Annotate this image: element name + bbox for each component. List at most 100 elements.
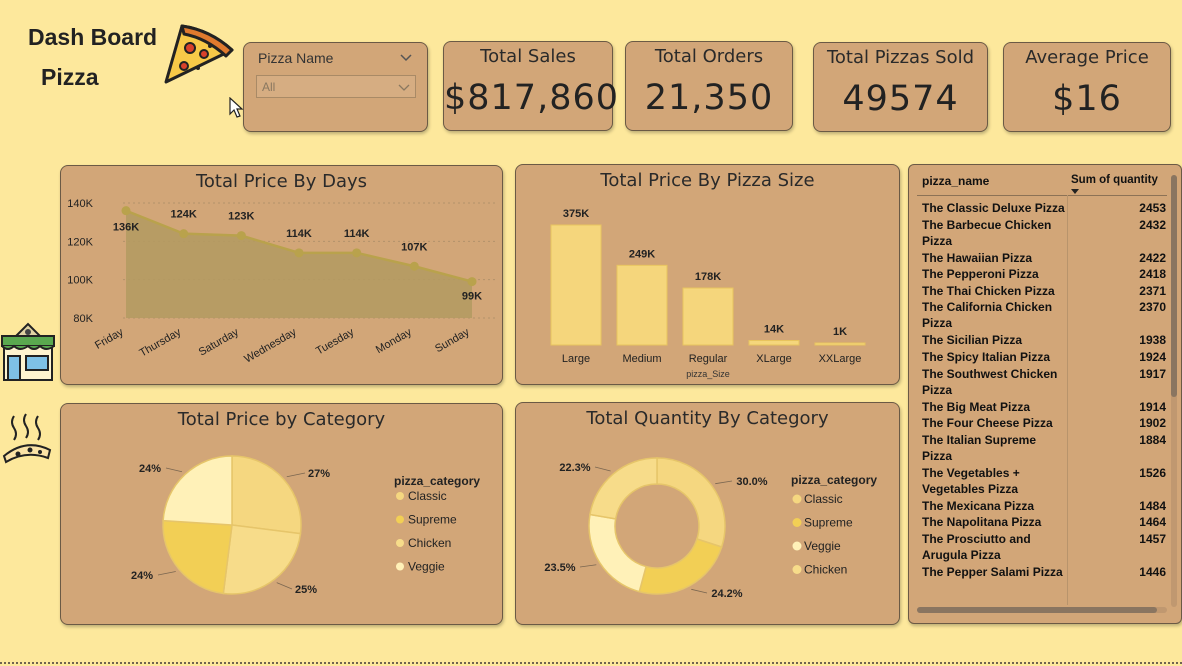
legend-marker [792,518,802,527]
table-row[interactable]: The Thai Chicken Pizza 2371 [909,283,1169,299]
donut-slice [638,538,723,595]
kpi-average-price: Average Price $16 [1003,42,1171,132]
vertical-scrollbar[interactable] [1171,175,1177,607]
chevron-down-icon[interactable] [399,53,413,63]
data-point [179,229,189,239]
table-row[interactable]: The Hawaiian Pizza 2422 [909,250,1169,266]
y-tick-label: 140K [67,198,93,210]
table-row[interactable]: The Barbecue Chicken Pizza 2432 [909,217,1169,249]
x-axis-title: pizza_Size [686,369,730,379]
horizontal-scroll-thumb[interactable] [917,607,1157,613]
total-price-by-size-card: Total Price By Pizza Size 375K Large 249K M… [515,164,900,385]
leader-line [715,480,733,485]
table-row[interactable]: The California Chicken Pizza 2370 [909,299,1169,331]
pizza-name-cell: The Spicy Italian Pizza [922,350,1051,364]
data-label: 114K [344,228,370,240]
table-row[interactable]: The Pepper Salami Pizza 1446 [909,564,1169,580]
donut-slice [656,457,726,548]
data-label: 99K [462,291,482,303]
kpi-value: 49574 [842,79,959,119]
pizza-name-slicer[interactable]: Pizza Name All [243,42,428,132]
leader-line [157,571,176,576]
data-label: 178K [695,271,721,283]
x-tick-label: Regular [689,353,728,365]
data-point [467,277,477,287]
table-row[interactable]: The Spicy Italian Pizza 1924 [909,349,1169,365]
y-tick-label: 100K [67,275,93,287]
pie-slice [162,519,233,595]
kpi-label: Total Pizzas Sold [826,47,975,68]
vertical-scroll-thumb[interactable] [1171,175,1177,397]
bar-chart: 375K Large 249K Medium 178K Regular 14K XLarge 1… [550,208,866,379]
legend-label: Classic [804,492,843,506]
x-tick-label: XLarge [756,353,791,365]
quantity-cell: 1484 [1139,498,1166,513]
horizontal-scrollbar[interactable] [917,607,1167,613]
y-tick-label: 120K [67,236,93,248]
legend-marker [396,515,404,524]
pizza-name-cell: The Napolitana Pizza [922,515,1042,530]
leader-line [594,466,611,472]
slicer-dropdown[interactable]: All [256,75,416,98]
pizza-name-cell: The Hawaiian Pizza [922,250,1033,265]
kpi-label: Average Price [1025,47,1149,68]
data-label: 25% [295,584,317,596]
table-row[interactable]: The Prosciutto and Arugula Pizza 1457 [909,531,1169,563]
legend-label: Classic [408,489,447,503]
quantity-cell: 1914 [1139,399,1166,414]
legend-label: Supreme [408,513,457,527]
table-row[interactable]: The Pepperoni Pizza 2418 [909,266,1169,282]
table-row[interactable]: The Four Cheese Pizza 1902 [909,415,1169,431]
data-label: 24.2% [711,588,742,600]
table-row[interactable]: The Vegetables + Vegetables Pizza 1526 [909,465,1169,497]
data-label: 107K [401,241,427,253]
table-row[interactable]: The Mexicana Pizza 1484 [909,498,1169,514]
legend-marker [396,492,404,500]
quantity-cell: 2371 [1139,283,1166,298]
quantity-cell: 1526 [1139,465,1166,480]
kpi-total-sales: Total Sales $817,860 [443,41,618,131]
table-row[interactable]: The Southwest Chicken Pizza 1917 [909,366,1169,398]
x-tick-label: XXLarge [819,353,862,365]
kpi-label: Total Sales [480,46,576,67]
quantity-cell: 2432 [1139,217,1166,232]
quantity-cell: 1917 [1139,366,1166,381]
y-tick-label: 80K [73,313,93,325]
leader-line [165,467,183,473]
data-label: 27% [308,468,330,480]
pizza-name-cell: The Italian Supreme Pizza [922,432,1037,463]
leader-line [276,582,293,590]
data-point [294,248,304,258]
pizza-name-cell: The Pepperoni Pizza [922,267,1039,282]
quantity-cell: 2370 [1139,300,1166,315]
shop-icon [1,322,55,381]
hot-pizza-icon [2,413,52,464]
cursor-icon [229,97,244,118]
dashboard-subtitle: Pizza [41,64,99,90]
table-row[interactable]: The Classic Deluxe Pizza 2453 [909,200,1169,216]
x-tick-label: Tuesday [314,326,357,358]
data-label: 124K [171,209,197,221]
table-row[interactable]: The Napolitana Pizza 1464 [909,514,1169,530]
quantity-cell: 1924 [1139,350,1166,364]
kpi-value: $16 [1052,79,1122,119]
leader-line [579,564,597,568]
pizza-name-cell: The Classic Deluxe Pizza [922,201,1065,215]
bar [550,224,602,346]
table-row[interactable]: The Big Meat Pizza 1914 [909,399,1169,415]
legend-marker [792,541,802,551]
bar [814,342,866,346]
slicer-label: Pizza Name [258,50,334,66]
slicer-value: All [262,80,276,94]
data-label: 24% [139,463,161,475]
x-tick-label: Friday [93,326,126,352]
kpi-total-pizzas-sold: Total Pizzas Sold 49574 [813,42,988,132]
area-chart: 80K 100K 120K 140K 136K Friday 124K Thursday 123… [67,198,497,366]
pizza-name-cell: The Four Cheese Pizza [922,416,1053,431]
quantity-cell: 1884 [1139,432,1166,447]
data-label: 30.0% [736,476,767,488]
table-row[interactable]: The Sicilian Pizza 1938 [909,332,1169,348]
table-row[interactable]: The Italian Supreme Pizza 1884 [909,432,1169,464]
quantity-cell: 1938 [1139,333,1166,348]
data-label: 23.5% [544,562,575,574]
